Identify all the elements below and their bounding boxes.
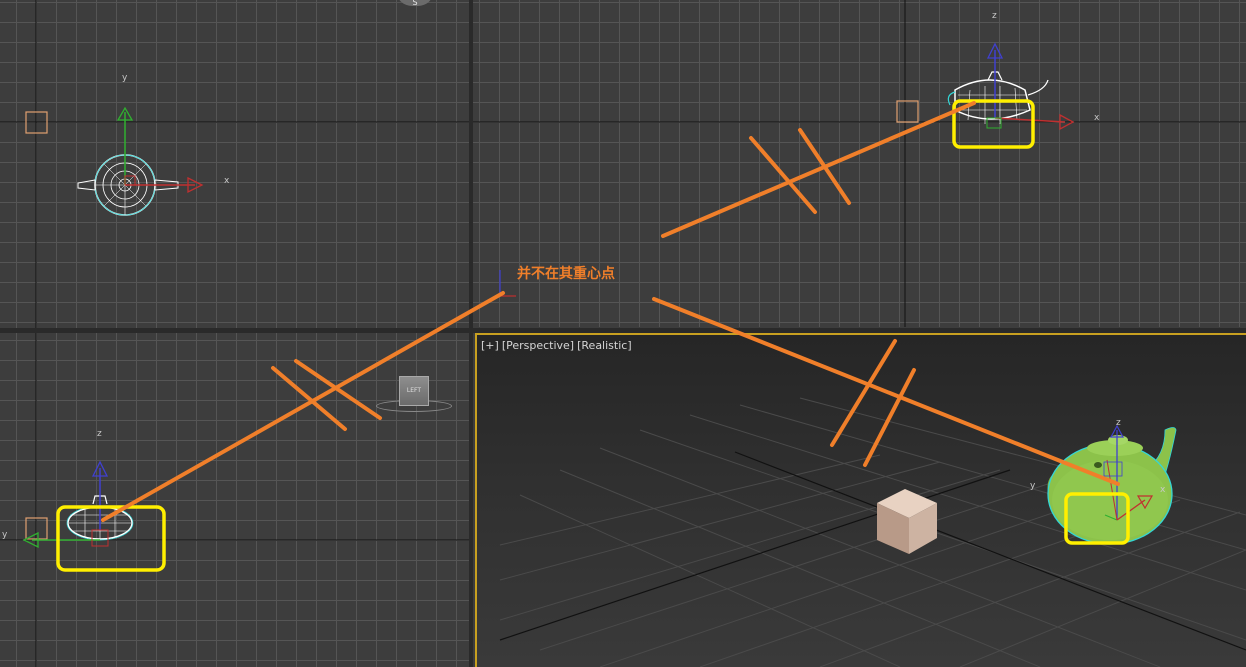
transform-gizmo-left[interactable] <box>22 460 109 549</box>
front-x-label: x <box>1094 113 1100 123</box>
box-object[interactable] <box>877 489 937 554</box>
front-z-label: z <box>992 11 997 21</box>
helper-square-front[interactable] <box>896 100 919 123</box>
left-z-label: z <box>97 429 102 439</box>
tick-left-1 <box>271 366 347 431</box>
world-axes <box>0 0 1246 667</box>
pointer-line-left <box>101 291 505 522</box>
persp-x-label: x <box>1160 485 1166 495</box>
top-y-label: y <box>122 73 128 83</box>
tick-front-2 <box>798 128 851 205</box>
left-y-label: y <box>2 530 8 540</box>
annotation-lines <box>101 101 1120 522</box>
persp-z-label: z <box>1116 418 1121 428</box>
highlight-boxes <box>56 99 1130 572</box>
annotation-label: 并不在其重心点 <box>517 266 615 282</box>
top-x-label: x <box>224 176 230 186</box>
pointer-line-perspective <box>652 297 1120 486</box>
scene-overlay: y x z x z y z y x <box>0 0 1246 667</box>
persp-y-label: y <box>1030 481 1036 491</box>
pointer-line-front <box>661 101 976 238</box>
